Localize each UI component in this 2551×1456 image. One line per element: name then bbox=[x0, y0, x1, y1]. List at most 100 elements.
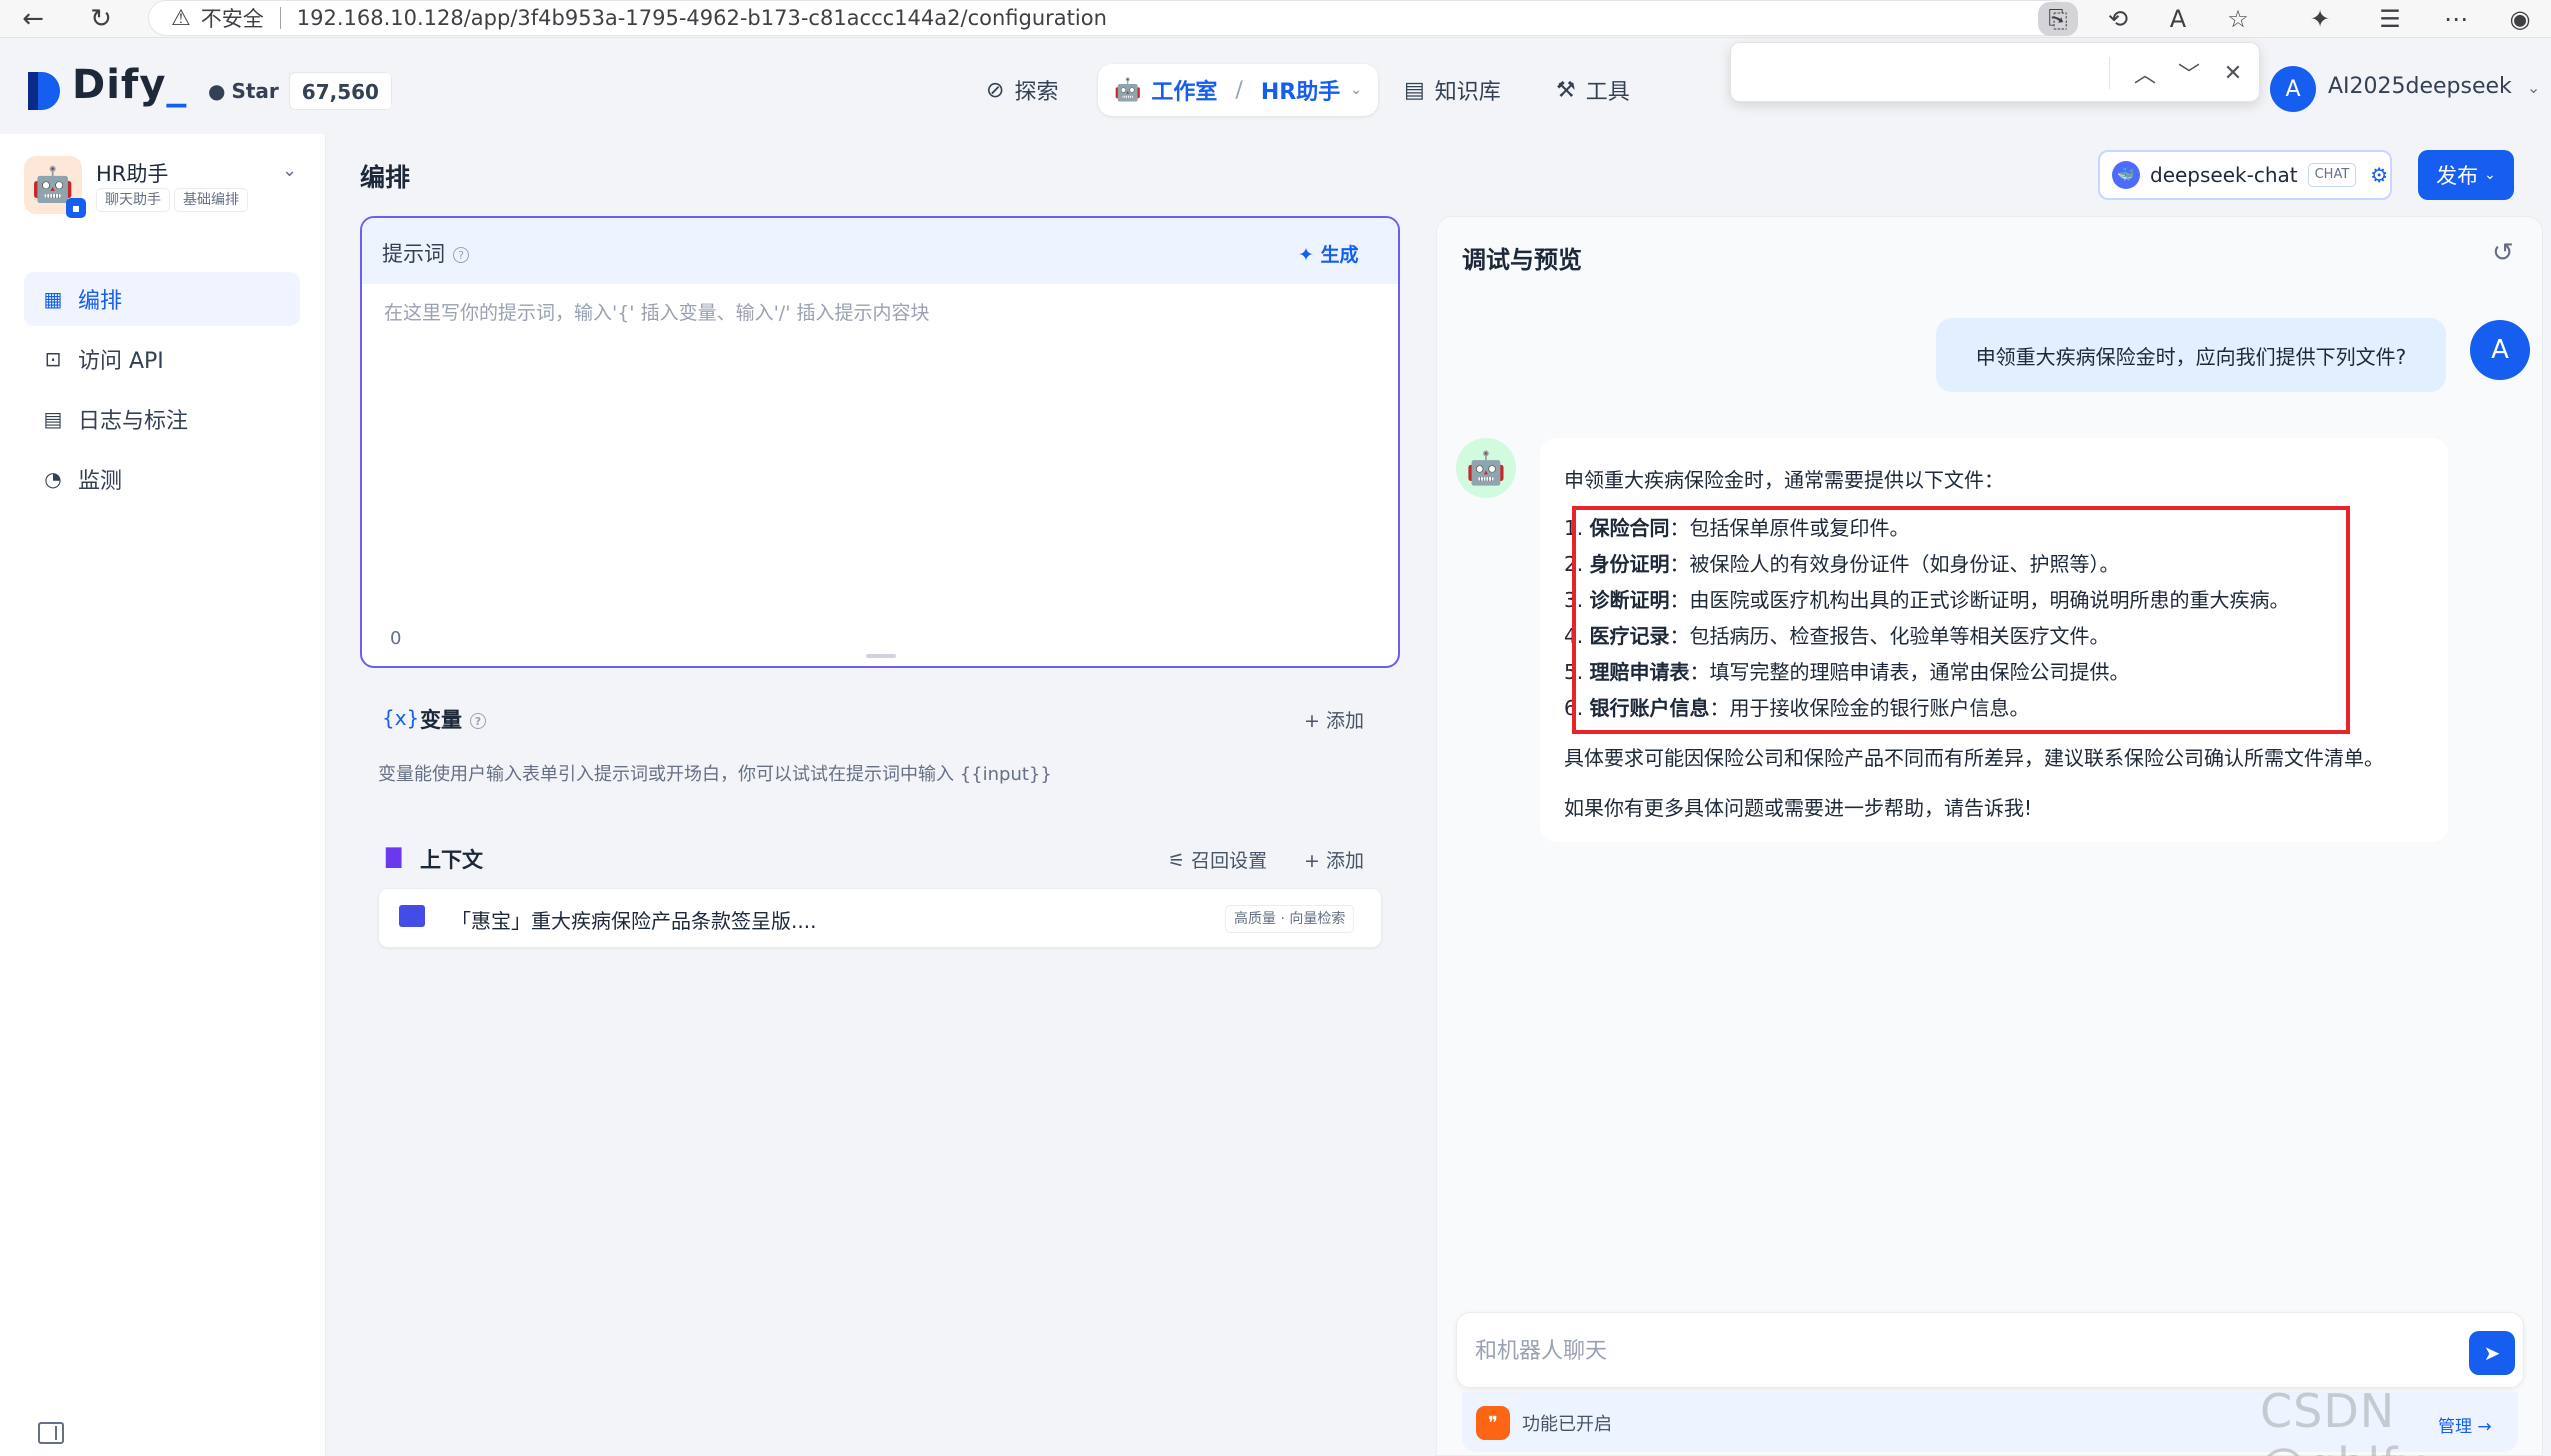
sidebar-collapse-icon[interactable] bbox=[38, 1422, 64, 1444]
user-avatar[interactable]: A bbox=[2270, 66, 2316, 112]
document-icon: ▇ bbox=[386, 844, 402, 868]
extensions-icon[interactable]: ✦ bbox=[2300, 2, 2340, 36]
compass-icon: ⊘ bbox=[986, 77, 1005, 103]
translate-icon[interactable]: ⎘ bbox=[2038, 2, 2078, 36]
nav-explore[interactable]: ⊘ 探索 bbox=[970, 64, 1074, 116]
resize-handle[interactable] bbox=[866, 654, 896, 658]
logo-text: Dify_ bbox=[72, 62, 188, 108]
hammer-icon: ⚒ bbox=[1556, 77, 1576, 103]
file-text-icon: ▤ bbox=[43, 407, 63, 431]
sync-icon[interactable]: ⟲ bbox=[2098, 2, 2138, 36]
sliders-icon: ⚙ bbox=[2370, 163, 2389, 187]
terminal-icon: ⊡ bbox=[44, 347, 62, 371]
settings-sliders-icon: ⚟ bbox=[1168, 850, 1186, 872]
model-mode-tag: CHAT bbox=[2307, 163, 2357, 187]
nav-tools[interactable]: ⚒ 工具 bbox=[1540, 64, 1646, 116]
dify-logo-icon bbox=[28, 72, 60, 110]
reload-icon[interactable]: ↻ bbox=[84, 2, 118, 36]
prompt-char-count: 0 bbox=[390, 628, 402, 649]
dataset-name: 「惠宝」重大疾病保险产品条款签呈版.... bbox=[451, 909, 817, 933]
github-star-count: 67,560 bbox=[288, 72, 392, 110]
chat-input[interactable] bbox=[1475, 1331, 2435, 1371]
find-close-icon[interactable]: ✕ bbox=[2215, 55, 2251, 91]
favorites-list-icon[interactable]: ☰ bbox=[2370, 2, 2410, 36]
restart-icon[interactable]: ↺ bbox=[2492, 238, 2514, 268]
user-menu[interactable]: AI2025deepseek ⌄ bbox=[2328, 74, 2540, 99]
app-type-tag: 聊天助手 bbox=[96, 188, 170, 212]
find-input[interactable] bbox=[1743, 53, 2133, 93]
address-bar[interactable]: ⚠ 不安全 192.168.10.128/app/3f4b953a-1795-4… bbox=[148, 0, 2068, 36]
find-previous-icon[interactable]: ︿ bbox=[2127, 55, 2163, 91]
context-dataset-item[interactable]: 「惠宝」重大疾病保险产品条款签呈版.... 高质量 · 向量检索 bbox=[378, 888, 1382, 948]
app-icon: 🤖 ▪ bbox=[24, 156, 86, 218]
context-label: 上下文 bbox=[420, 848, 483, 872]
variables-description: 变量能使用户输入表单引入提示词或开场白，你可以试试在提示词中输入 {{input… bbox=[378, 764, 1052, 785]
sidebar-item-logs[interactable]: ▤ 日志与标注 bbox=[24, 392, 300, 446]
plus-icon: + bbox=[1304, 710, 1320, 732]
chevron-down-icon[interactable]: ⌄ bbox=[282, 160, 297, 181]
back-icon[interactable]: ← bbox=[16, 2, 50, 36]
variables-label: 变量? bbox=[420, 704, 486, 734]
sidebar-item-api[interactable]: ⊡ 访问 API bbox=[24, 332, 300, 386]
url-text: 192.168.10.128/app/3f4b953a-1795-4962-b1… bbox=[296, 6, 1107, 30]
chevron-down-icon: ⌄ bbox=[2526, 78, 2541, 97]
read-aloud-icon[interactable]: A bbox=[2158, 2, 2198, 36]
variable-icon: {x} bbox=[382, 706, 420, 730]
bot-closing: 如果你有更多具体问题或需要进一步帮助，请告诉我! bbox=[1564, 796, 2033, 820]
current-app-switcher[interactable]: HR助手 bbox=[1261, 74, 1340, 106]
features-label: 功能已开启 bbox=[1522, 1414, 1612, 1435]
find-next-icon[interactable]: ﹀ bbox=[2171, 55, 2207, 91]
watermark: CSDN @gblfy bbox=[2260, 1384, 2425, 1456]
publish-button[interactable]: 发布 ⌄ bbox=[2418, 150, 2514, 200]
add-variable-button[interactable]: + 添加 bbox=[1304, 706, 1364, 733]
robot-icon: 🤖 bbox=[1114, 77, 1142, 103]
sidebar-item-monitor[interactable]: ◔ 监测 bbox=[24, 452, 300, 506]
sidebar-item-orchestrate[interactable]: ▦ 编排 bbox=[24, 272, 300, 326]
highlight-annotation-box bbox=[1572, 506, 2350, 734]
user-message: 申领重大疾病保险金时，应向我们提供下列文件? bbox=[1936, 318, 2446, 392]
deepseek-whale-icon: 🐳 bbox=[2112, 161, 2140, 189]
security-label: 不安全 bbox=[200, 7, 264, 31]
features-icon: ❞ bbox=[1476, 1406, 1510, 1440]
help-icon[interactable]: ? bbox=[470, 713, 486, 729]
gauge-icon: ◔ bbox=[44, 467, 62, 491]
warning-icon: ⚠ bbox=[171, 5, 191, 31]
find-in-page-bar: ︿ ﹀ ✕ bbox=[1730, 42, 2260, 102]
sparkle-icon: ✦ bbox=[1298, 244, 1314, 266]
debug-panel-title: 调试与预览 bbox=[1462, 246, 1582, 274]
context-card: ▇ 上下文 ⚟ 召回设置 + 添加 「惠宝」重大疾病保险产品条款签呈版.... … bbox=[360, 822, 1400, 968]
send-button[interactable]: ➤ bbox=[2469, 1331, 2515, 1375]
folder-icon bbox=[399, 905, 425, 927]
chevron-down-icon: ⌄ bbox=[2484, 167, 2496, 183]
generate-button[interactable]: ✦ 生成 bbox=[1298, 240, 1359, 267]
github-icon: ● bbox=[208, 79, 226, 103]
github-star[interactable]: ● Star 67,560 bbox=[198, 72, 392, 110]
user-avatar: A bbox=[2470, 320, 2530, 380]
page-title: 编排 bbox=[360, 163, 411, 192]
prompt-input[interactable] bbox=[384, 298, 1374, 598]
copilot-icon[interactable]: ◉ bbox=[2500, 2, 2540, 36]
nav-knowledge[interactable]: ▤ 知识库 bbox=[1388, 64, 1517, 116]
layout-icon: ▦ bbox=[43, 287, 63, 311]
help-icon[interactable]: ? bbox=[453, 247, 469, 263]
more-menu-icon[interactable]: ⋯ bbox=[2436, 2, 2476, 36]
plus-icon: + bbox=[1304, 850, 1320, 872]
bot-note: 具体要求可能因保险公司和保险产品不同而有所差异，建议联系保险公司确认所需文件清单… bbox=[1564, 746, 2384, 770]
add-context-button[interactable]: + 添加 bbox=[1304, 846, 1364, 873]
model-selector[interactable]: 🐳 deepseek-chat CHAT ⚙ bbox=[2098, 150, 2392, 200]
recall-settings-button[interactable]: ⚟ 召回设置 bbox=[1168, 846, 1267, 873]
app-name: HR助手 bbox=[96, 162, 169, 186]
favorite-star-icon[interactable]: ☆ bbox=[2218, 2, 2258, 36]
prompt-label: 提示词? bbox=[382, 238, 469, 268]
chevron-down-icon: ⌄ bbox=[1350, 82, 1362, 98]
book-icon: ▤ bbox=[1404, 77, 1425, 103]
chat-badge-icon: ▪ bbox=[66, 198, 86, 218]
dataset-index-tag: 高质量 · 向量检索 bbox=[1225, 905, 1355, 933]
bot-intro: 申领重大疾病保险金时，通常需要提供以下文件： bbox=[1564, 468, 2004, 492]
app-mode-tag: 基础编排 bbox=[174, 188, 248, 212]
send-icon: ➤ bbox=[2483, 1341, 2501, 1365]
prompt-editor-card: 提示词? ✦ 生成 0 bbox=[360, 216, 1400, 668]
bot-avatar-icon: 🤖 bbox=[1456, 438, 1516, 498]
chat-input-box: ➤ bbox=[1456, 1312, 2524, 1388]
nav-studio[interactable]: 🤖 工作室 / HR助手 ⌄ bbox=[1098, 64, 1378, 116]
